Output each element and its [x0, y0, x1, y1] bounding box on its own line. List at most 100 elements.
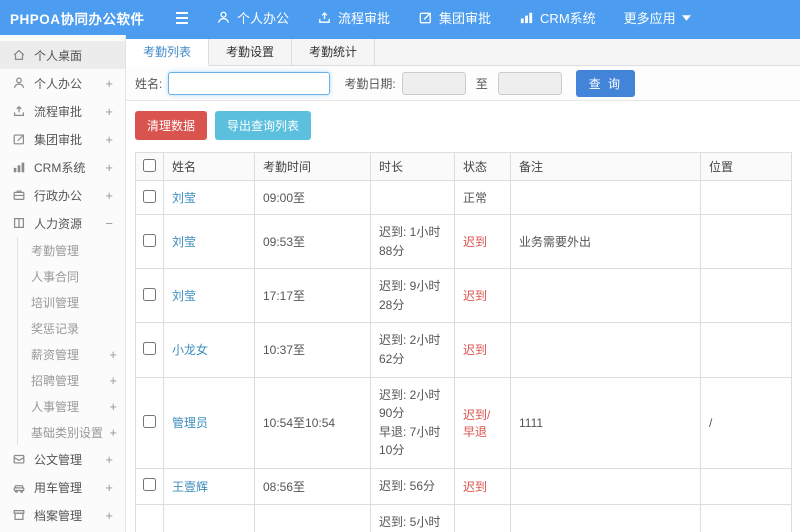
header-duration: 时长 [370, 152, 455, 181]
name-input[interactable] [168, 71, 331, 95]
duration-cell [370, 180, 455, 215]
employee-name-link[interactable]: 刘莹 [172, 235, 196, 249]
expand-icon[interactable]: + [101, 104, 113, 119]
location-cell [700, 467, 792, 505]
topnav-item-label: 个人办公 [237, 11, 290, 26]
employee-name-link[interactable]: 刘莹 [172, 191, 196, 205]
topnav-item-label: 流程审批 [338, 11, 391, 26]
topnav-item-personal-office[interactable]: 个人办公 [202, 0, 303, 35]
row-checkbox[interactable] [143, 189, 156, 203]
sidebar-item-training-management[interactable]: 培训管理 [17, 289, 125, 315]
employee-name-link[interactable]: 王壹辉 [172, 480, 208, 494]
sidebar-item-reward-punishment-records[interactable]: 奖惩记录 [17, 315, 125, 341]
collapse-icon[interactable]: − [101, 216, 113, 231]
expand-icon[interactable]: + [101, 76, 113, 91]
sidebar-item-workflow-approval[interactable]: 流程审批 + [0, 97, 125, 125]
sidebar-item-personal-office[interactable]: 个人办公 + [0, 69, 125, 97]
row-checkbox[interactable] [143, 287, 156, 301]
header-note: 备注 [510, 152, 701, 181]
date-from-input[interactable] [401, 71, 466, 95]
tab-attendance-statistics[interactable]: 考勤统计 [292, 39, 376, 65]
expand-icon[interactable]: + [101, 188, 113, 203]
expand-icon[interactable]: + [105, 425, 117, 440]
sidebar-item-admin-office[interactable]: 行政办公 + [0, 181, 125, 209]
row-checkbox[interactable] [143, 233, 156, 247]
topnav-item-workflow-approval[interactable]: 流程审批 [303, 0, 404, 35]
row-checkbox-cell [135, 467, 164, 505]
sidebar-item-document-management[interactable]: 公文管理 + [0, 445, 125, 473]
sidebar-item-label: 人事管理 [31, 399, 80, 414]
attendance-time-cell: 17:17至 [254, 268, 371, 324]
expand-icon[interactable]: + [105, 399, 117, 414]
table-row: 刘莹 09:53至 迟到: 1小时88分 迟到 业务需要外出 [135, 213, 792, 270]
clean-data-button[interactable]: 清理数据 [135, 111, 208, 140]
expand-icon[interactable]: + [105, 347, 117, 362]
tab-attendance-settings[interactable]: 考勤设置 [209, 39, 293, 65]
topnav-item-group-approval[interactable]: 集团审批 [404, 0, 505, 35]
expand-icon[interactable]: + [101, 480, 113, 495]
home-icon [12, 48, 26, 62]
sidebar-item-crm-system[interactable]: CRM系统 + [0, 153, 125, 181]
sidebar-item-recruitment-management[interactable]: 招聘管理 + [17, 367, 125, 393]
tab-attendance-list[interactable]: 考勤列表 [126, 39, 210, 66]
expand-icon[interactable]: + [101, 452, 113, 467]
row-checkbox-cell [135, 268, 164, 324]
sidebar-item-label: 人事合同 [31, 269, 80, 284]
header-location: 位置 [700, 152, 792, 181]
sidebar-item-label: 人力资源 [34, 216, 83, 231]
sidebar-item-salary-management[interactable]: 薪资管理 + [17, 341, 125, 367]
filter-bar: 姓名: 考勤日期: 至 查 询 [126, 66, 800, 101]
employee-name-link[interactable]: 管理员 [172, 416, 208, 430]
search-button[interactable]: 查 询 [575, 69, 636, 97]
select-all-cell [135, 152, 164, 181]
topnav-item-crm-system[interactable]: CRM系统 [505, 0, 610, 35]
menu-toggle-icon[interactable] [162, 11, 202, 25]
row-checkbox-cell [135, 503, 164, 532]
expand-icon[interactable]: + [101, 160, 113, 175]
date-to-input[interactable] [497, 71, 562, 95]
expand-icon[interactable]: + [105, 373, 117, 388]
location-cell: / [700, 503, 792, 532]
row-checkbox[interactable] [143, 341, 156, 355]
attendance-time-cell: 09:00至 [254, 180, 371, 215]
employee-name-cell: 刘莹 [163, 213, 255, 270]
export-list-button[interactable]: 导出查询列表 [215, 111, 312, 140]
expand-icon[interactable]: + [101, 508, 113, 523]
employee-name-cell: 管理员 [163, 376, 255, 469]
sidebar-item-label: CRM系统 [34, 160, 86, 175]
sidebar-item-label: 考勤管理 [31, 243, 80, 258]
sidebar-item-human-resources[interactable]: 人力资源 − [0, 209, 125, 237]
sidebar-item-archive-management[interactable]: 档案管理 + [0, 501, 125, 529]
bar-chart-icon [12, 160, 26, 174]
top-nav: 个人办公 流程审批 集团审批 CRM系统 更多应用 [202, 0, 705, 35]
car-icon [12, 480, 26, 494]
expand-icon[interactable]: + [101, 132, 113, 147]
duration-cell: 迟到: 2小时62分 [370, 322, 455, 378]
employee-name-link[interactable]: 小龙女 [172, 343, 208, 357]
status-cell: 正常 [454, 180, 511, 215]
select-all-checkbox[interactable] [143, 158, 156, 172]
row-checkbox[interactable] [143, 478, 156, 492]
employee-name-cell: 刘莹 [163, 180, 255, 215]
sidebar-item-attendance-management[interactable]: 考勤管理 [17, 237, 125, 263]
sidebar-item-personnel-management[interactable]: 人事管理 + [17, 393, 125, 419]
sidebar-item-group-approval[interactable]: 集团审批 + [0, 125, 125, 153]
row-checkbox[interactable] [143, 414, 156, 428]
topnav-item-more-apps[interactable]: 更多应用 [610, 0, 705, 35]
sidebar-item-personal-desktop[interactable]: 个人桌面 [0, 41, 125, 69]
employee-name-cell: 刘莹 [163, 268, 255, 324]
edit-square-icon [12, 132, 26, 146]
row-checkbox-cell [135, 213, 164, 270]
note-cell: 业务需要外出 [510, 213, 701, 270]
location-cell [700, 268, 792, 324]
status-cell: 迟到 [454, 322, 511, 378]
sidebar-item-label: 薪资管理 [31, 347, 80, 362]
edit-square-icon [418, 10, 433, 25]
sidebar-item-basic-category-settings[interactable]: 基础类别设置 + [17, 419, 125, 445]
sidebar-item-personnel-contract[interactable]: 人事合同 [17, 263, 125, 289]
header-attendance-time: 考勤时间 [254, 152, 371, 181]
main-content: 考勤列表 考勤设置 考勤统计 姓名: 考勤日期: 至 查 询 清理数据 导出查询列表… [126, 35, 800, 532]
sidebar-item-label: 个人桌面 [34, 48, 83, 63]
sidebar-item-vehicle-management[interactable]: 用车管理 + [0, 473, 125, 501]
employee-name-link[interactable]: 刘莹 [172, 289, 196, 303]
